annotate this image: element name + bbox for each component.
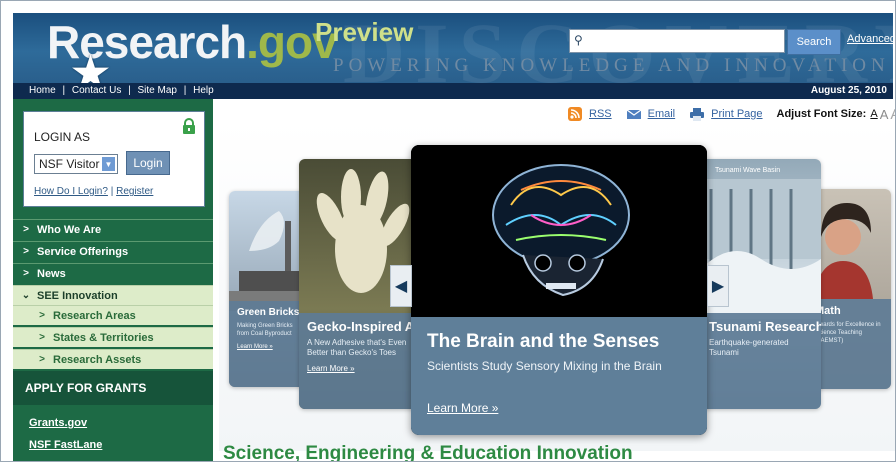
brain-xray-image bbox=[411, 145, 707, 317]
email-icon[interactable] bbox=[626, 107, 642, 121]
card-subtitle: Earthquake-generated Tsunami bbox=[709, 338, 789, 357]
login-title: LOGIN AS bbox=[34, 130, 91, 144]
apply-for-grants-heading: APPLY FOR GRANTS bbox=[13, 371, 213, 405]
sidebar-item-label: SEE Innovation bbox=[37, 289, 118, 302]
carousel-main-card[interactable]: The Brain and the Senses Scientists Stud… bbox=[411, 145, 707, 435]
card-caption: Green Bricks from Coal Making Green Bric… bbox=[229, 301, 309, 387]
login-button[interactable]: Login bbox=[126, 151, 170, 175]
chevron-right-icon: > bbox=[23, 246, 29, 257]
print-icon[interactable] bbox=[689, 107, 705, 121]
main-card-title: The Brain and the Senses bbox=[427, 331, 660, 352]
email-link[interactable]: Email bbox=[648, 108, 676, 120]
card-subtitle: Making Green Bricks from Coal Byproduct bbox=[237, 323, 293, 337]
chevron-down-icon[interactable]: ▼ bbox=[102, 157, 115, 171]
login-box: LOGIN AS NSF Visitor ▼ Login How Do I Lo… bbox=[23, 111, 205, 207]
font-size-label: Adjust Font Size: bbox=[776, 108, 867, 120]
font-size-large[interactable]: A bbox=[890, 106, 895, 123]
carousel-next-button[interactable]: ▶ bbox=[707, 265, 729, 307]
card-caption: Tsunami Research Facility Earthquake-gen… bbox=[701, 313, 821, 409]
chevron-right-icon: > bbox=[39, 354, 45, 365]
current-date: August 25, 2010 bbox=[810, 85, 887, 96]
main-card-caption: The Brain and the Senses Scientists Stud… bbox=[411, 317, 707, 435]
carousel-prev-button[interactable]: ◀ bbox=[390, 265, 412, 307]
chevron-right-icon: > bbox=[39, 310, 45, 321]
card-caption: Gecko-Inspired Adhesives A New Adhesive … bbox=[299, 313, 417, 409]
nav-home-link[interactable]: Home bbox=[29, 85, 56, 96]
card-learn-more[interactable]: Learn More » bbox=[229, 340, 309, 354]
sidebar-subitem-states-territories[interactable]: > States & Territories bbox=[13, 327, 213, 347]
link-separator: | bbox=[110, 186, 114, 197]
wave-basin-sign: Tsunami Wave Basin bbox=[715, 167, 781, 174]
sidebar-item-label: States & Territories bbox=[53, 331, 154, 344]
role-select-value: NSF Visitor bbox=[39, 157, 100, 171]
sidebar-item-label: News bbox=[37, 267, 66, 280]
grants-gov-link[interactable]: Grants.gov bbox=[29, 417, 87, 429]
browser-page: DISCOVERY Research.gov Preview POWERING … bbox=[0, 0, 896, 462]
card-title: Tsunami Research Facility bbox=[709, 319, 821, 334]
print-page-link[interactable]: Print Page bbox=[711, 108, 762, 120]
chevron-right-icon: > bbox=[23, 224, 29, 235]
card-subtitle: A New Adhesive that's Even Better than G… bbox=[307, 338, 407, 357]
main-card-learn-more[interactable]: Learn More » bbox=[427, 401, 498, 415]
rss-icon[interactable] bbox=[567, 107, 583, 121]
sidebar-subitem-research-assets[interactable]: > Research Assets bbox=[13, 349, 213, 369]
nav-help-link[interactable]: Help bbox=[193, 85, 214, 96]
sidebar-item-who-we-are[interactable]: > Who We Are bbox=[13, 219, 213, 239]
card-title: Gecko-Inspired Adhesives bbox=[307, 319, 417, 334]
section-title: Science, Engineering & Education Innovat… bbox=[223, 443, 633, 462]
nav-contact-link[interactable]: Contact Us bbox=[72, 85, 121, 96]
sidebar-item-label: Who We Are bbox=[37, 223, 102, 236]
nav-separator: | bbox=[62, 85, 66, 96]
sidebar-item-label: Research Assets bbox=[53, 353, 142, 366]
sidebar-item-news[interactable]: > News bbox=[13, 263, 213, 283]
main-card-subtitle: Scientists Study Sensory Mixing in the B… bbox=[427, 359, 662, 373]
chevron-right-icon: > bbox=[39, 332, 45, 343]
site-header: DISCOVERY Research.gov Preview POWERING … bbox=[13, 13, 893, 83]
search-input[interactable]: ⚲ bbox=[569, 29, 785, 53]
star-icon: ★ bbox=[69, 47, 113, 84]
preview-label: Preview bbox=[315, 17, 414, 47]
rss-link[interactable]: RSS bbox=[589, 108, 612, 120]
nav-sitemap-link[interactable]: Site Map bbox=[138, 85, 177, 96]
advanced-search-link[interactable]: Advanced bbox=[847, 33, 893, 45]
nsf-fastlane-link[interactable]: NSF FastLane bbox=[29, 439, 102, 451]
sidebar-item-label: Service Offerings bbox=[37, 245, 129, 258]
top-nav-bar: Home | Contact Us | Site Map | Help Augu… bbox=[13, 83, 893, 99]
card-title: Green Bricks from Coal bbox=[237, 307, 309, 318]
chevron-right-icon: ▶ bbox=[711, 278, 725, 295]
top-nav-links: Home | Contact Us | Site Map | Help bbox=[29, 85, 218, 96]
font-size-medium[interactable]: A bbox=[880, 107, 889, 122]
font-size-small[interactable]: A bbox=[870, 108, 877, 120]
chevron-down-icon: ⌄ bbox=[21, 290, 31, 301]
chevron-right-icon: > bbox=[23, 268, 29, 279]
sidebar-item-label: Research Areas bbox=[53, 309, 136, 322]
nav-separator: | bbox=[183, 85, 187, 96]
sidebar-item-see-innovation[interactable]: ⌄ SEE Innovation bbox=[13, 285, 213, 305]
login-links: How Do I Login? | Register bbox=[34, 186, 153, 197]
sidebar-item-service-offerings[interactable]: > Service Offerings bbox=[13, 241, 213, 261]
search-button[interactable]: Search bbox=[787, 29, 841, 55]
factory-image bbox=[229, 211, 309, 311]
carousel-card-green-bricks[interactable]: Green Bricks from Coal Making Green Bric… bbox=[229, 191, 309, 387]
lock-icon bbox=[183, 118, 195, 134]
sidebar-subitem-research-areas[interactable]: > Research Areas bbox=[13, 305, 213, 325]
register-link[interactable]: Register bbox=[116, 186, 153, 197]
search-icon: ⚲ bbox=[574, 33, 583, 47]
header-tagline: POWERING KNOWLEDGE AND INNOVATION bbox=[333, 55, 890, 76]
left-sidebar: LOGIN AS NSF Visitor ▼ Login How Do I Lo… bbox=[13, 99, 213, 461]
how-to-login-link[interactable]: How Do I Login? bbox=[34, 186, 108, 197]
nav-separator: | bbox=[128, 85, 131, 96]
role-select[interactable]: NSF Visitor ▼ bbox=[34, 154, 118, 174]
chevron-left-icon: ◀ bbox=[394, 278, 408, 295]
card-learn-more[interactable]: Learn More » bbox=[299, 360, 417, 377]
